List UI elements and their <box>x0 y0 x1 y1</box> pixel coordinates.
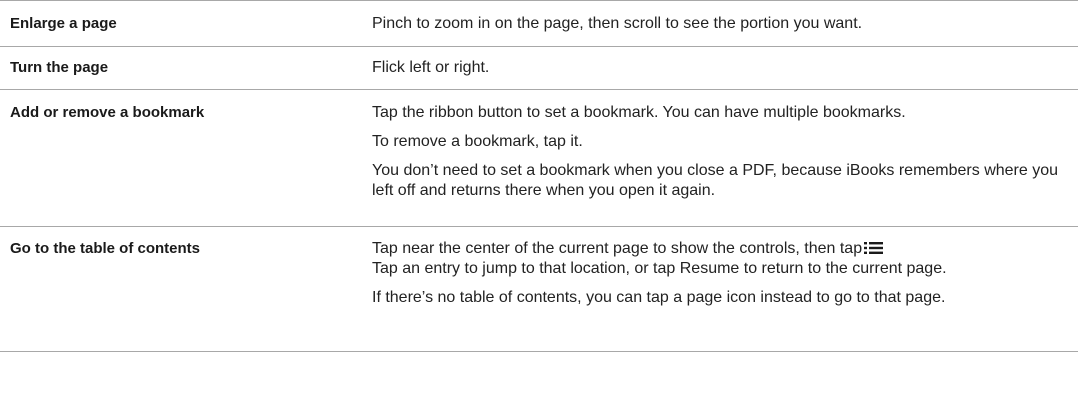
instructions-table: Enlarge a page Pinch to zoom in on the p… <box>0 0 1078 352</box>
table-row-table-of-contents: Go to the table of contents Tap near the… <box>0 227 1078 352</box>
row-label: Add or remove a bookmark <box>10 104 205 121</box>
row-description: Tap the ribbon button to set a bookmark.… <box>352 103 1078 226</box>
description-text: Tap near the center of the current page … <box>372 240 863 257</box>
table-row-turn-page: Turn the page Flick left or right. <box>0 47 1078 90</box>
row-description: Flick left or right. <box>352 58 1078 89</box>
row-description: Pinch to zoom in on the page, then scrol… <box>352 14 1078 46</box>
description-paragraph: To remove a bookmark, tap it. <box>372 133 583 150</box>
description-text: Tap an entry to jump to that location, o… <box>372 260 947 277</box>
description-paragraph: Tap the ribbon button to set a bookmark.… <box>372 104 906 121</box>
table-row-enlarge-page: Enlarge a page Pinch to zoom in on the p… <box>0 0 1078 47</box>
description-paragraph: If there’s no table of contents, you can… <box>372 289 946 306</box>
row-label: Turn the page <box>10 59 109 76</box>
list-icon <box>864 242 884 254</box>
row-label: Go to the table of contents <box>10 240 200 257</box>
description-paragraph: Flick left or right. <box>372 59 490 76</box>
description-paragraph: You don’t need to set a bookmark when yo… <box>372 162 1059 199</box>
description-paragraph: Tap near the center of the current page … <box>372 239 1070 279</box>
description-paragraph: Pinch to zoom in on the page, then scrol… <box>372 15 863 32</box>
row-description: Tap near the center of the current page … <box>352 239 1078 351</box>
row-label: Enlarge a page <box>10 15 117 32</box>
table-row-bookmark: Add or remove a bookmark Tap the ribbon … <box>0 90 1078 227</box>
